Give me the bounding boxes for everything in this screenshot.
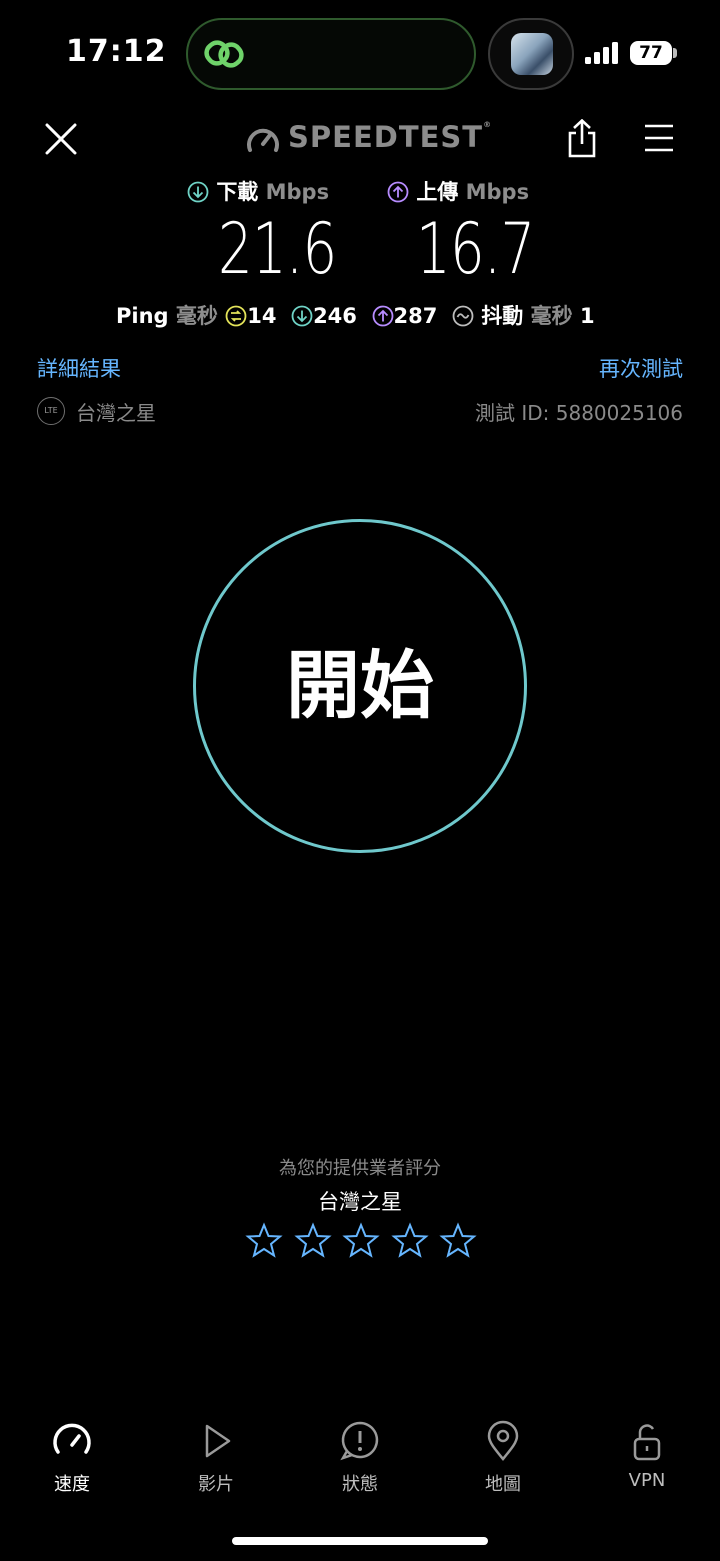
rating-stars[interactable] (245, 1222, 477, 1260)
star-3-icon[interactable] (342, 1222, 380, 1260)
logo-registered-mark: ® (483, 120, 493, 129)
star-5-icon[interactable] (439, 1222, 477, 1260)
star-1-icon[interactable] (245, 1222, 283, 1260)
close-icon[interactable] (44, 122, 78, 156)
retest-link[interactable]: 再次測試 (599, 353, 683, 383)
logo-word: SPEEDTEST (288, 120, 484, 154)
jitter-icon (452, 305, 474, 327)
speedtest-logo-icon (247, 128, 279, 152)
tab-speed[interactable]: 速度 (22, 1420, 122, 1496)
download-label: 下載 (216, 180, 259, 204)
dynamic-island[interactable] (186, 18, 476, 90)
battery-level: 77 (630, 41, 672, 65)
tab-video[interactable]: 影片 (166, 1420, 266, 1496)
detailed-results-link[interactable]: 詳細結果 (37, 353, 121, 383)
upload-ping-icon (372, 305, 393, 327)
tab-status[interactable]: 狀態 (310, 1420, 410, 1496)
ping-label: Ping (116, 304, 169, 328)
ping-download-value: 246 (313, 304, 357, 328)
tab-vpn-label: VPN (628, 1470, 666, 1491)
star-2-icon[interactable] (293, 1222, 332, 1260)
tab-speed-label: 速度 (54, 1474, 90, 1495)
rating-provider: 台灣之星 (318, 1190, 402, 1214)
download-ping-icon (291, 305, 313, 327)
menu-icon[interactable] (643, 123, 675, 153)
jitter-unit: 毫秒 (530, 304, 573, 328)
unlock-icon (633, 1424, 661, 1461)
tab-map[interactable]: 地圖 (453, 1420, 553, 1496)
jitter-value: 1 (579, 304, 595, 328)
ping-unit: 毫秒 (175, 304, 218, 328)
star-4-icon[interactable] (390, 1222, 429, 1260)
home-indicator[interactable] (232, 1537, 488, 1545)
test-id: 測試 ID: 5880025106 (475, 401, 683, 425)
start-button[interactable]: 開始 (193, 519, 527, 853)
upload-arrow-icon (387, 181, 409, 203)
idle-ping-icon (225, 305, 247, 327)
app-logo-text: SPEEDTEST® (288, 120, 492, 154)
album-art-thumbnail (511, 33, 553, 75)
upload-speed-value: 16.7 (416, 208, 535, 290)
lte-badge: LTE (37, 397, 65, 425)
provider-name: 台灣之星 (76, 401, 156, 425)
speedometer-icon (53, 1423, 91, 1454)
rating-title: 為您的提供業者評分 (279, 1158, 441, 1179)
tab-status-label: 狀態 (342, 1474, 378, 1495)
map-pin-icon (487, 1420, 519, 1461)
jitter-label: 抖動 (481, 304, 524, 328)
upload-unit: Mbps (465, 180, 530, 204)
ping-idle-value: 14 (247, 304, 277, 328)
battery-tip (673, 48, 677, 58)
tab-map-label: 地圖 (485, 1474, 521, 1495)
download-arrow-icon (187, 181, 209, 203)
tab-vpn[interactable]: VPN (597, 1420, 697, 1491)
download-unit: Mbps (265, 180, 330, 204)
share-icon[interactable] (565, 119, 599, 159)
tab-video-label: 影片 (198, 1474, 234, 1495)
ping-row: Ping 毫秒 14 246 287 抖動 毫秒 1 (116, 300, 595, 330)
alert-icon (340, 1421, 379, 1461)
ping-upload-value: 287 (393, 304, 438, 328)
download-label-row: 下載 Mbps (187, 176, 329, 206)
play-icon (205, 1424, 231, 1458)
status-time: 17:12 (66, 34, 167, 69)
upload-label-row: 上傳 Mbps (387, 176, 529, 206)
upload-label: 上傳 (416, 180, 459, 204)
cellular-signal-icon (585, 42, 618, 64)
download-speed-value: 21.6 (218, 208, 337, 290)
link-activity-icon (204, 40, 244, 68)
